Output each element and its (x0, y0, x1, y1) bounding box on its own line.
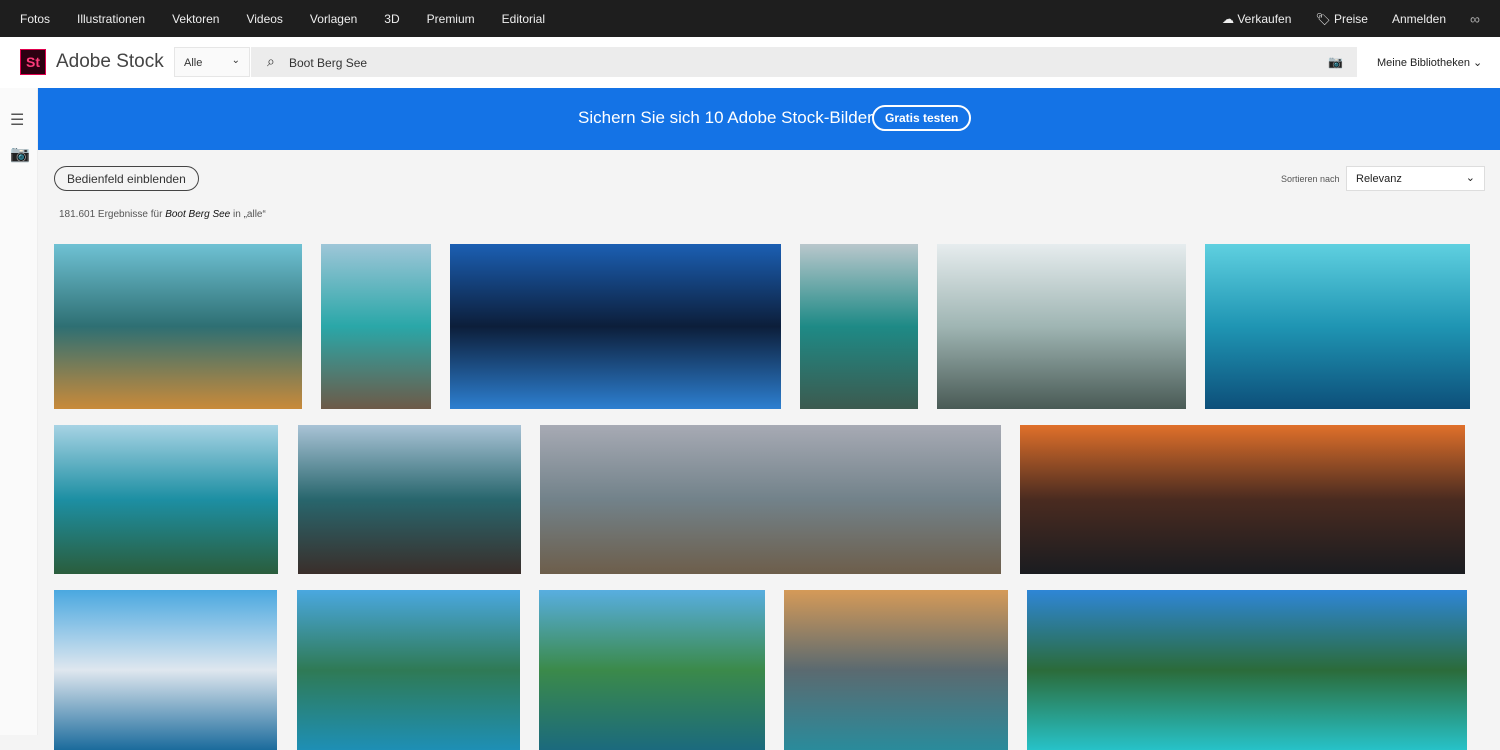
chevron-down-icon: ⌄ (1465, 172, 1475, 184)
stock-image-thumbnail[interactable] (540, 425, 1001, 574)
stock-image-thumbnail[interactable] (1027, 590, 1467, 750)
stock-image-thumbnail[interactable] (1020, 425, 1465, 574)
sort-value: Relevanz (1356, 173, 1402, 185)
brand-name[interactable]: Adobe Stock (56, 51, 164, 73)
search-query: Boot Berg See (289, 56, 368, 70)
stock-image-thumbnail[interactable] (450, 244, 781, 409)
cloud-upload-icon: ☁ (1221, 12, 1234, 26)
search-scope-select[interactable]: Alle ⌄ (174, 47, 250, 77)
libraries-menu[interactable]: Meine Bibliotheken ⌄ (1377, 56, 1482, 69)
nav-vektoren[interactable]: Vektoren (172, 12, 219, 26)
show-panel-button[interactable]: Bedienfeld einblenden (54, 166, 199, 191)
prices-label: Preise (1333, 12, 1368, 26)
promo-banner: Sichern Sie sich 10 Adobe Stock-Bilder G… (38, 88, 1500, 150)
chevron-down-icon: ⌄ (231, 55, 240, 66)
results-query: Boot Berg See (165, 209, 231, 220)
sell-link[interactable]: ☁ Verkaufen (1222, 12, 1291, 26)
banner-text: Sichern Sie sich 10 Adobe Stock-Bilder (578, 108, 873, 127)
stock-image-thumbnail[interactable] (54, 590, 277, 750)
free-trial-button[interactable]: Gratis testen (872, 105, 972, 131)
sort-label: Sortieren nach (1281, 174, 1340, 184)
nav-fotos[interactable]: Fotos (20, 12, 50, 26)
filters-icon[interactable]: ☰ (10, 110, 24, 130)
signin-link[interactable]: Anmelden (1392, 12, 1446, 26)
camera-icon[interactable]: 📷 (10, 144, 30, 164)
nav-vorlagen[interactable]: Vorlagen (310, 12, 357, 26)
results-summary: 181.601 Ergebnisse für Boot Berg See in … (59, 209, 266, 220)
nav-3d[interactable]: 3D (384, 12, 399, 26)
sort-select[interactable]: Relevanz ⌄ (1346, 166, 1485, 191)
chevron-down-icon: ⌄ (1473, 57, 1483, 69)
tag-icon: 🏷 (1315, 12, 1331, 26)
stock-image-thumbnail[interactable] (539, 590, 765, 750)
adobe-stock-logo[interactable]: St (20, 49, 46, 75)
sell-label: Verkaufen (1237, 12, 1292, 26)
search-icon: ⌕ (267, 53, 275, 69)
header: St Adobe Stock Alle ⌄ ⌕ Boot Berg See 📷 M… (0, 37, 1500, 88)
nav-illustrationen[interactable]: Illustrationen (77, 12, 145, 26)
nav-editorial[interactable]: Editorial (502, 12, 545, 26)
stock-image-thumbnail[interactable] (298, 425, 521, 574)
visual-search-camera-icon[interactable]: 📷 (1328, 55, 1343, 69)
top-navigation: Fotos Illustrationen Vektoren Videos Vor… (0, 0, 1500, 37)
results-scope: in „alle“ (230, 209, 266, 220)
stock-image-thumbnail[interactable] (1205, 244, 1470, 409)
creative-cloud-icon[interactable]: ∞ (1470, 11, 1480, 27)
scope-value: Alle (184, 57, 203, 69)
sidebar: ☰ 📷 (0, 88, 38, 735)
prices-link[interactable]: 🏷 Preise (1315, 12, 1368, 26)
stock-image-thumbnail[interactable] (937, 244, 1186, 409)
stock-image-thumbnail[interactable] (800, 244, 918, 409)
stock-image-thumbnail[interactable] (784, 590, 1008, 750)
stock-image-thumbnail[interactable] (321, 244, 431, 409)
results-text: Ergebnisse für (95, 209, 166, 220)
results-count: 181.601 (59, 209, 96, 220)
libraries-label: Meine Bibliotheken (1377, 57, 1470, 69)
search-input[interactable]: ⌕ Boot Berg See 📷 (251, 47, 1357, 77)
stock-image-thumbnail[interactable] (54, 425, 278, 574)
nav-premium[interactable]: Premium (427, 12, 475, 26)
nav-videos[interactable]: Videos (246, 12, 282, 26)
stock-image-thumbnail[interactable] (297, 590, 520, 750)
stock-image-thumbnail[interactable] (54, 244, 302, 409)
